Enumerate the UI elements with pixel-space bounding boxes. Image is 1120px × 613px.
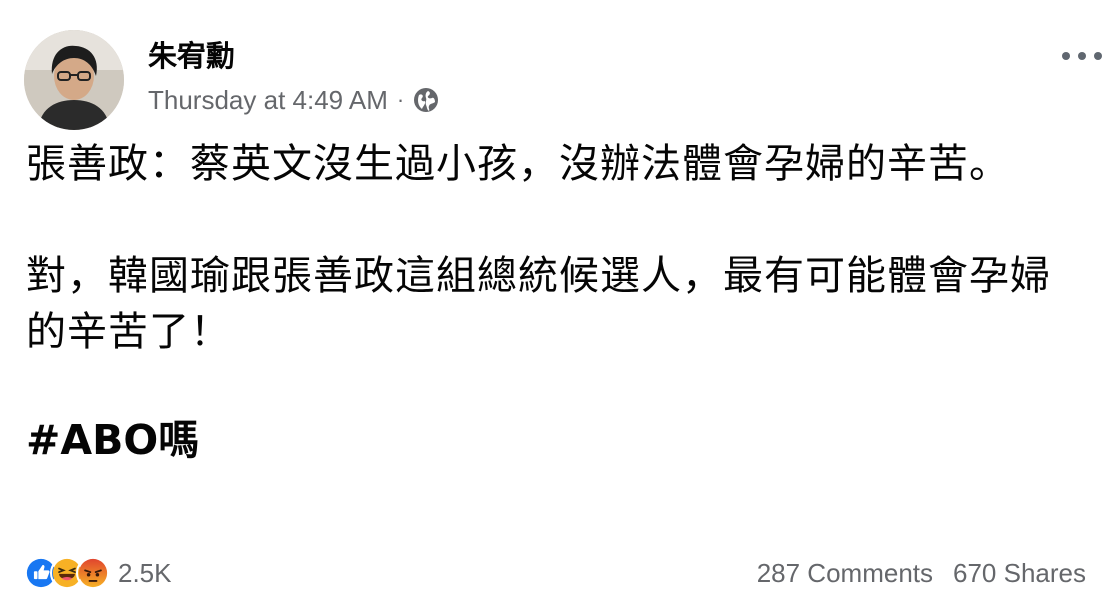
more-options-button[interactable] [1062,46,1102,66]
comments-count-link[interactable]: 287 Comments [757,558,933,589]
post-paragraph: 對，韓國瑜跟張善政這組總統候選人，最有可能體會孕婦的辛苦了！ [26,253,1051,355]
post-timestamp[interactable]: Thursday at 4:49 AM [148,85,388,116]
more-dot-icon [1078,52,1086,60]
more-dot-icon [1094,52,1102,60]
avatar-photo [24,30,124,130]
angry-icon [76,556,110,590]
post-body: 張善政：蔡英文沒生過小孩，沒辦法體會孕婦的辛苦。 對，韓國瑜跟張善政這組總統候選… [26,136,1086,468]
engagement-stats: 287 Comments 670 Shares [757,555,1086,591]
author-name[interactable]: 朱宥勳 [148,38,235,74]
post-meta: Thursday at 4:49 AM · [148,84,439,116]
avatar[interactable] [24,30,124,130]
more-dot-icon [1062,52,1070,60]
reaction-count: 2.5K [118,557,172,588]
globe-icon[interactable] [413,87,439,113]
reactions-summary[interactable]: 2.5K [24,555,172,591]
meta-separator: · [396,87,405,112]
post-paragraph: 張善政：蔡英文沒生過小孩，沒辦法體會孕婦的辛苦。 [26,141,1010,187]
hashtag-link[interactable]: #ABO嗎 [26,412,1086,468]
shares-count-link[interactable]: 670 Shares [953,558,1086,589]
